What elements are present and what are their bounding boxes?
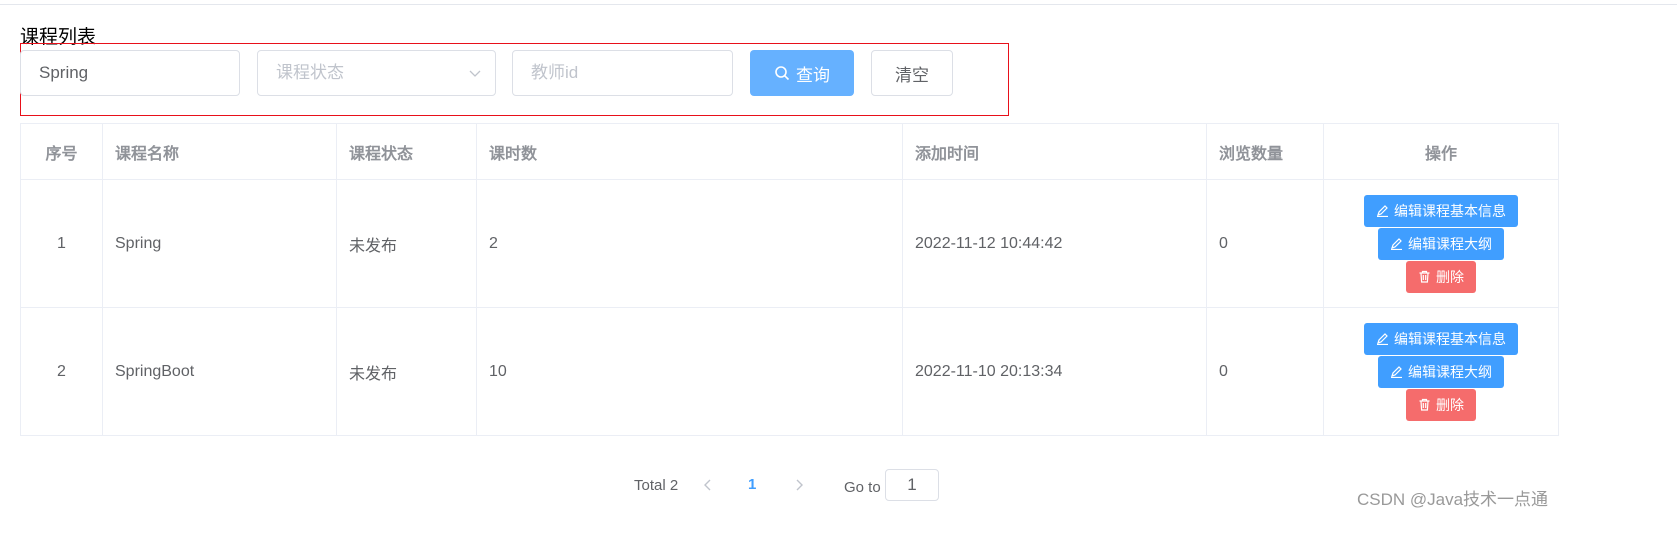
teacher-id-input[interactable] [531,63,732,83]
cell-added-time: 2022-11-10 20:13:34 [902,307,1207,436]
course-status-select[interactable]: 课程状态 [257,50,496,96]
header-actions: 操作 [1323,123,1559,180]
edit-outline-label: 编辑课程大纲 [1408,235,1492,252]
watermark: CSDN @Java技术一点通 [1357,490,1549,509]
pagination-goto-label: Go to [844,479,881,496]
edit-icon [1391,238,1402,250]
edit-icon [1377,205,1388,217]
chevron-down-icon [469,70,481,77]
course-name-field[interactable] [20,50,240,96]
header-course-name: 课程名称 [102,123,337,180]
course-status-placeholder: 课程状态 [276,63,344,82]
course-table: 序号 课程名称 课程状态 课时数 添加时间 浏览数量 操作 1 Spring 未… [20,123,1559,436]
cell-hours: 2 [476,179,903,308]
header-hours: 课时数 [476,123,903,180]
course-name-input[interactable] [39,63,239,83]
edit-basic-info-button[interactable]: 编辑课程基本信息 [1364,194,1518,227]
clear-button-label: 清空 [895,65,929,85]
trash-icon [1419,398,1430,411]
cell-views: 0 [1206,179,1324,308]
delete-button[interactable]: 删除 [1406,260,1476,293]
edit-outline-button[interactable]: 编辑课程大纲 [1378,355,1504,388]
delete-label: 删除 [1436,396,1464,413]
edit-basic-info-button[interactable]: 编辑课程基本信息 [1364,322,1518,355]
cell-actions: 编辑课程基本信息 编辑课程大纲 删除 [1323,307,1559,436]
header-views: 浏览数量 [1206,123,1324,180]
header-added-time: 添加时间 [902,123,1207,180]
cell-hours: 10 [476,307,903,436]
clear-button[interactable]: 清空 [871,50,953,96]
table-header-row: 序号 课程名称 课程状态 课时数 添加时间 浏览数量 操作 [20,123,1559,180]
pagination-goto-input[interactable]: 1 [885,469,939,501]
cell-index: 1 [20,179,103,308]
delete-label: 删除 [1436,268,1464,285]
cell-course-name: SpringBoot [102,307,337,436]
edit-outline-label: 编辑课程大纲 [1408,363,1492,380]
cell-added-time: 2022-11-12 10:44:42 [902,179,1207,308]
delete-button[interactable]: 删除 [1406,388,1476,421]
edit-basic-info-label: 编辑课程基本信息 [1394,202,1506,219]
cell-index: 2 [20,307,103,436]
cell-actions: 编辑课程基本信息 编辑课程大纲 删除 [1323,179,1559,308]
cell-course-status: 未发布 [336,179,477,308]
cell-course-name: Spring [102,179,337,308]
header-index: 序号 [20,123,103,180]
edit-icon [1377,333,1388,345]
table-row: 1 Spring 未发布 2 2022-11-12 10:44:42 0 编辑课… [20,179,1559,308]
query-button-label: 查询 [796,65,830,85]
edit-icon [1391,366,1402,378]
cell-course-status: 未发布 [336,307,477,436]
edit-outline-button[interactable]: 编辑课程大纲 [1378,227,1504,260]
teacher-id-field[interactable] [512,50,733,96]
pagination-page-current[interactable]: 1 [748,476,756,493]
search-icon [775,66,790,81]
trash-icon [1419,270,1430,283]
header-course-status: 课程状态 [336,123,477,180]
top-divider [0,4,1677,5]
chevron-right-icon[interactable] [791,477,807,493]
edit-basic-info-label: 编辑课程基本信息 [1394,330,1506,347]
chevron-left-icon[interactable] [700,477,716,493]
query-button[interactable]: 查询 [750,50,854,96]
cell-views: 0 [1206,307,1324,436]
pagination-total: Total 2 [634,477,679,494]
table-row: 2 SpringBoot 未发布 10 2022-11-10 20:13:34 … [20,307,1559,436]
